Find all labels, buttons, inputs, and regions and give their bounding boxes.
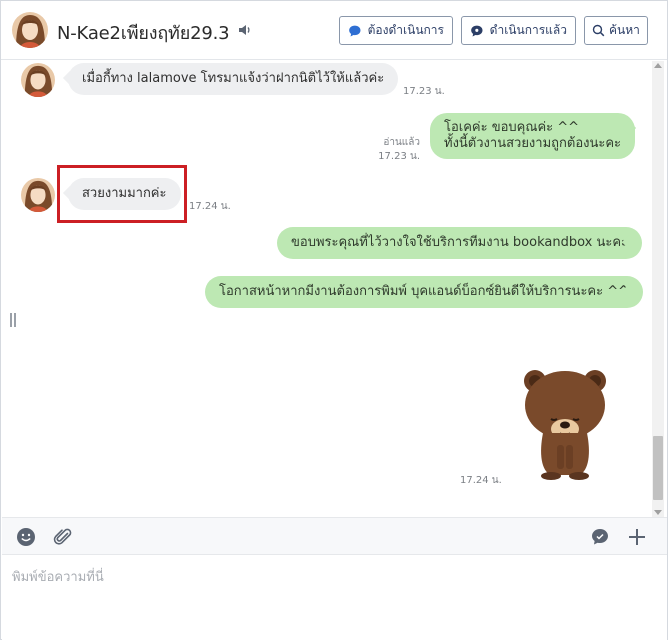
plus-icon[interactable] bbox=[626, 526, 648, 548]
contact-name: N-Kae2เพียงฤทัย29.3 bbox=[57, 23, 230, 44]
sender-avatar[interactable] bbox=[21, 63, 55, 97]
message-bubble-outgoing[interactable]: โอเคค่ะ ขอบคุณค่ะ ^^ ทั้งนี้ตัวงานสวยงาม… bbox=[430, 113, 636, 159]
message-time: 17.24 น. bbox=[189, 201, 231, 212]
chat-header: N-Kae2เพียงฤทัย29.3 ต้องดำเนินการ ดำเนิน… bbox=[1, 1, 667, 60]
message-time: 17.24 น. bbox=[460, 475, 502, 486]
needs-action-label: ต้องดำเนินการ bbox=[367, 23, 444, 37]
scroll-up-arrow[interactable] bbox=[654, 63, 662, 68]
search-icon bbox=[592, 24, 605, 37]
attachment-icon[interactable] bbox=[52, 526, 74, 548]
message-bubble-incoming[interactable]: เมื่อกี้ทาง lalamove โทรมาแจ้งว่าฝากนิติ… bbox=[68, 63, 399, 95]
contact-avatar[interactable] bbox=[12, 12, 48, 48]
highlight-box bbox=[57, 165, 187, 223]
chat-bubble-icon bbox=[471, 25, 483, 36]
bear-sticker[interactable] bbox=[521, 363, 609, 481]
search-button[interactable]: ค้นหา bbox=[584, 16, 648, 45]
done-button[interactable]: ดำเนินการแล้ว bbox=[461, 16, 576, 45]
message-line: ทั้งนี้ตัวงานสวยงามถูกต้องนะคะ bbox=[444, 136, 622, 151]
composer-toolbar bbox=[2, 517, 667, 555]
message-time: 17.23 น. bbox=[378, 151, 420, 162]
message-line: โอเคค่ะ ขอบคุณค่ะ ^^ bbox=[444, 120, 580, 135]
done-label: ดำเนินการแล้ว bbox=[489, 23, 567, 37]
composer bbox=[2, 556, 667, 640]
message-input[interactable] bbox=[12, 566, 652, 626]
emoji-icon[interactable] bbox=[15, 526, 37, 548]
chat-bubble-icon bbox=[349, 25, 361, 36]
speaker-icon[interactable] bbox=[237, 22, 253, 38]
message-list[interactable]: เมื่อกี้ทาง lalamove โทรมาแจ้งว่าฝากนิติ… bbox=[4, 61, 664, 517]
scroll-thumb[interactable] bbox=[653, 436, 663, 500]
search-label: ค้นหา bbox=[609, 23, 640, 37]
sender-avatar[interactable] bbox=[21, 178, 55, 212]
chat-window: N-Kae2เพียงฤทัย29.3 ต้องดำเนินการ ดำเนิน… bbox=[0, 0, 668, 640]
chat-scrollbar[interactable] bbox=[652, 61, 664, 517]
quick-reply-icon[interactable] bbox=[589, 526, 611, 548]
read-label: อ่านแล้ว bbox=[383, 137, 420, 148]
message-bubble-outgoing[interactable]: โอกาสหน้าหากมีงานต้องการพิมพ์ บุคแอนด์บ็… bbox=[205, 276, 644, 308]
scroll-down-arrow[interactable] bbox=[654, 510, 662, 515]
resize-handle[interactable] bbox=[10, 313, 16, 327]
message-time: 17.23 น. bbox=[403, 86, 445, 97]
message-bubble-outgoing[interactable]: ขอบพระคุณที่ไว้วางใจใช้บริการทีมงาน book… bbox=[277, 227, 643, 259]
needs-action-button[interactable]: ต้องดำเนินการ bbox=[339, 16, 453, 45]
read-receipt: อ่านแล้ว 17.23 น. bbox=[376, 136, 420, 164]
